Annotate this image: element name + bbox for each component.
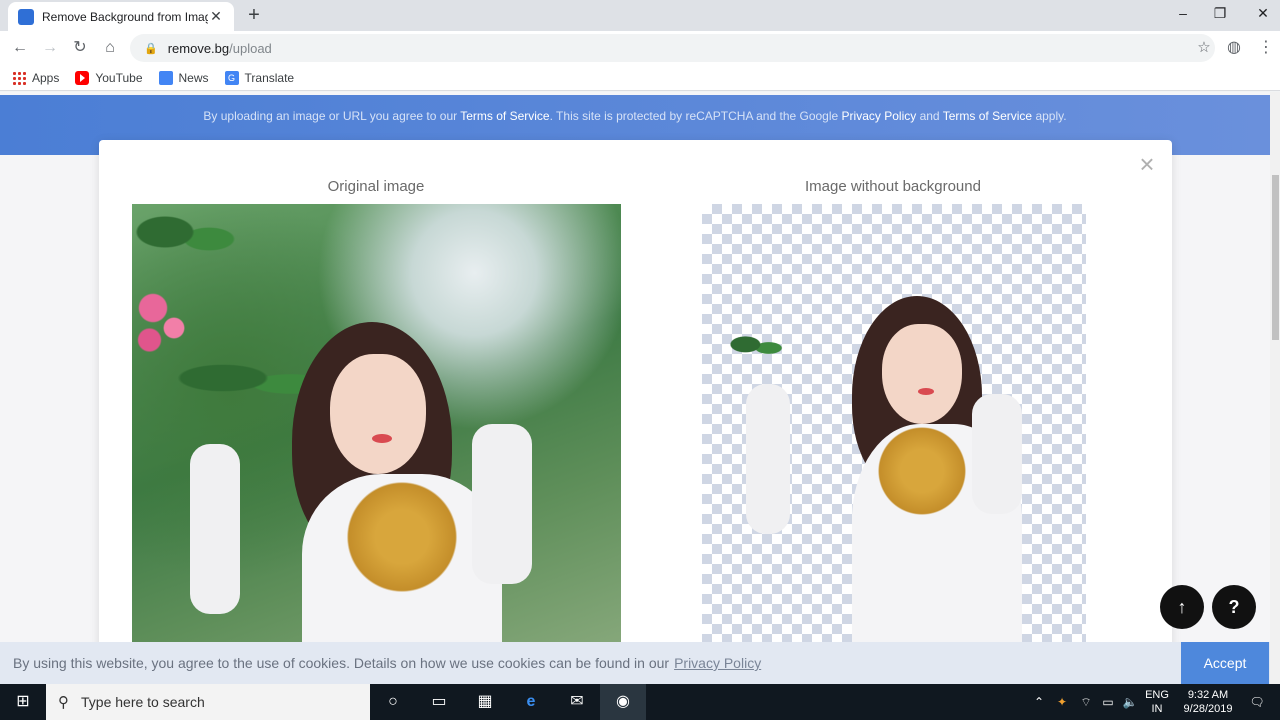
close-icon[interactable]: × [1135,151,1159,177]
cookie-message: By using this website, you agree to the … [13,655,670,671]
menu-icon[interactable]: ⋮ [1254,36,1278,60]
home-icon[interactable]: ⌂ [98,36,122,60]
left-arm-shape [190,444,240,614]
close-window-button[interactable]: ✕ [1240,0,1280,28]
search-icon: ⚲ [58,694,69,711]
forward-icon[interactable]: → [38,36,62,60]
apps-icon [12,70,26,85]
bookmark-label: Apps [32,70,60,85]
clock-time: 9:32 AM [1187,689,1229,701]
reload-icon[interactable]: ↻ [68,36,92,60]
notice-text: and [919,109,940,123]
bookmark-news[interactable]: News [158,70,209,85]
maximize-button[interactable]: ❐ [1197,0,1243,28]
taskbar: ⊞ ⚲ Type here to search ○ ▭ ▦ e ✉ ◉ ⌃ ✦ … [0,684,1280,720]
terms-notice: By uploading an image or URL you agree t… [0,109,1270,123]
news-icon [158,70,173,85]
cut-right-arm-shape [972,394,1022,514]
language-bottom: IN [1151,703,1163,715]
battery-icon[interactable]: ▭ [1098,684,1118,720]
tab-strip: Remove Background from Image ✕ + – ❐ ✕ [0,0,1280,31]
cortana-icon[interactable]: ○ [370,684,416,720]
wifi-icon[interactable]: ⌔ [1076,684,1096,720]
help-button[interactable]: ? [1212,585,1256,629]
cut-lips-shape [918,388,934,395]
cut-face-shape [882,324,962,424]
tray-chevron-icon[interactable]: ⌃ [1030,684,1048,720]
url-host: remove.bg [167,40,230,56]
accept-cookies-button[interactable]: Accept [1181,642,1269,684]
result-image [702,204,1086,642]
edge-icon[interactable]: e [508,684,554,720]
scroll-to-top-button[interactable]: ↑ [1160,585,1204,629]
cut-embroidery-shape [867,426,977,516]
bookmark-label: Translate [244,70,295,85]
lips-shape [372,434,392,443]
original-image-title: Original image [327,178,425,195]
bookmark-star-icon[interactable]: ☆ [1193,38,1215,56]
clock-date: 9/28/2019 [1183,703,1233,715]
taskbar-clock[interactable]: 9:32 AM 9/28/2019 [1176,688,1240,716]
page-viewport: By uploading an image or URL you agree t… [0,92,1270,642]
language-indicator[interactable]: ENG IN [1142,688,1172,716]
embroidery-shape [332,482,472,592]
notice-text: apply. [1035,109,1067,123]
windows-start-icon[interactable]: ⊞ [0,684,46,720]
right-arm-shape [472,424,532,584]
youtube-icon [75,70,90,85]
lock-icon: 🔒 [144,42,158,55]
chrome-icon[interactable]: ◉ [600,684,646,720]
metamask-icon[interactable]: ✦ [1052,684,1072,720]
task-view-icon[interactable]: ▭ [416,684,462,720]
original-image [132,204,621,642]
photos-icon[interactable]: ▦ [462,684,508,720]
bookmark-youtube[interactable]: YouTube [75,70,143,85]
notice-text: By uploading an image or URL you agree t… [203,109,458,123]
tab-title: Remove Background from Image [42,9,208,24]
removebg-favicon-icon [18,8,34,25]
bookmark-label: YouTube [95,70,143,85]
scrollbar-thumb[interactable] [1272,175,1279,340]
browser-tab[interactable]: Remove Background from Image ✕ [8,2,234,31]
terms-link[interactable]: Terms of Service [460,109,549,123]
cookie-privacy-link[interactable]: Privacy Policy [674,655,761,671]
bookmark-translate[interactable]: G Translate [224,70,295,85]
bookmark-apps[interactable]: Apps [12,70,60,85]
new-tab-button[interactable]: + [242,5,266,27]
leaves-shape [132,204,242,274]
result-modal: × Original image Image without backgroun… [99,140,1172,642]
url-path: /upload [229,40,272,56]
terms-link-2[interactable]: Terms of Service [943,109,1032,123]
bookmarks-bar: Apps YouTube News G Translate [0,65,1280,91]
cookie-bar: By using this website, you agree to the … [0,642,1270,684]
flowers-shape [132,284,202,364]
browser-toolbar: ← → ↻ ⌂ 🔒 remove.bg/upload ☆ ◍ ⋮ [0,31,1280,65]
notice-text: . This site is protected by reCAPTCHA an… [549,109,839,123]
bookmark-label: News [178,70,209,85]
translate-icon: G [224,70,239,85]
back-icon[interactable]: ← [8,36,32,60]
mail-icon[interactable]: ✉ [554,684,600,720]
taskbar-search[interactable]: ⚲ Type here to search [46,684,370,720]
cut-left-arm-shape [746,384,790,534]
face-shape [330,354,426,474]
notifications-icon[interactable]: 🗨 [1244,684,1270,720]
address-bar[interactable]: 🔒 remove.bg/upload ☆ [130,34,1215,62]
tab-close-icon[interactable]: ✕ [208,8,224,25]
extension-icon[interactable]: ◍ [1222,36,1246,60]
cut-leaves-shape [728,330,786,366]
cookie-text: By using this website, you agree to the … [13,655,761,671]
privacy-policy-link[interactable]: Privacy Policy [842,109,917,123]
language-top: ENG [1145,689,1169,701]
taskbar-search-placeholder: Type here to search [81,694,205,710]
volume-icon[interactable]: 🔈 [1120,684,1140,720]
result-image-title: Image without background [805,178,981,195]
